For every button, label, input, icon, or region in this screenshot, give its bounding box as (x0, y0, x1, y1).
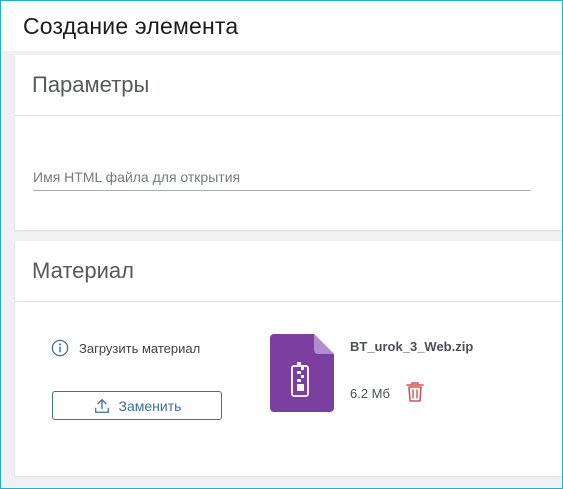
info-circle-icon[interactable] (51, 339, 69, 357)
zip-file-icon[interactable] (270, 334, 334, 412)
file-name: BT_urok_3_Web.zip (350, 339, 474, 354)
upload-material-label: Загрузить материал (79, 340, 201, 356)
parameters-card-header: Параметры (15, 55, 562, 116)
upload-icon (94, 398, 109, 413)
material-card-header: Материал (15, 241, 562, 302)
app-window: Создание элемента Параметры Материал Заг… (0, 0, 563, 489)
replace-button[interactable]: Заменить (52, 391, 222, 420)
upload-material-row: Загрузить материал (51, 339, 200, 357)
parameters-card: Параметры (15, 55, 562, 230)
html-file-name-input[interactable] (33, 155, 531, 191)
trash-icon[interactable] (405, 381, 425, 403)
file-size: 6.2 Мб (350, 386, 390, 401)
page-title: Создание элемента (23, 13, 239, 39)
parameters-title: Параметры (32, 72, 150, 97)
material-card: Материал Загрузить материал Заменить BT_… (15, 241, 562, 476)
material-title: Материал (32, 258, 134, 283)
replace-button-label: Заменить (118, 397, 182, 414)
page-header: Создание элемента (1, 1, 562, 51)
